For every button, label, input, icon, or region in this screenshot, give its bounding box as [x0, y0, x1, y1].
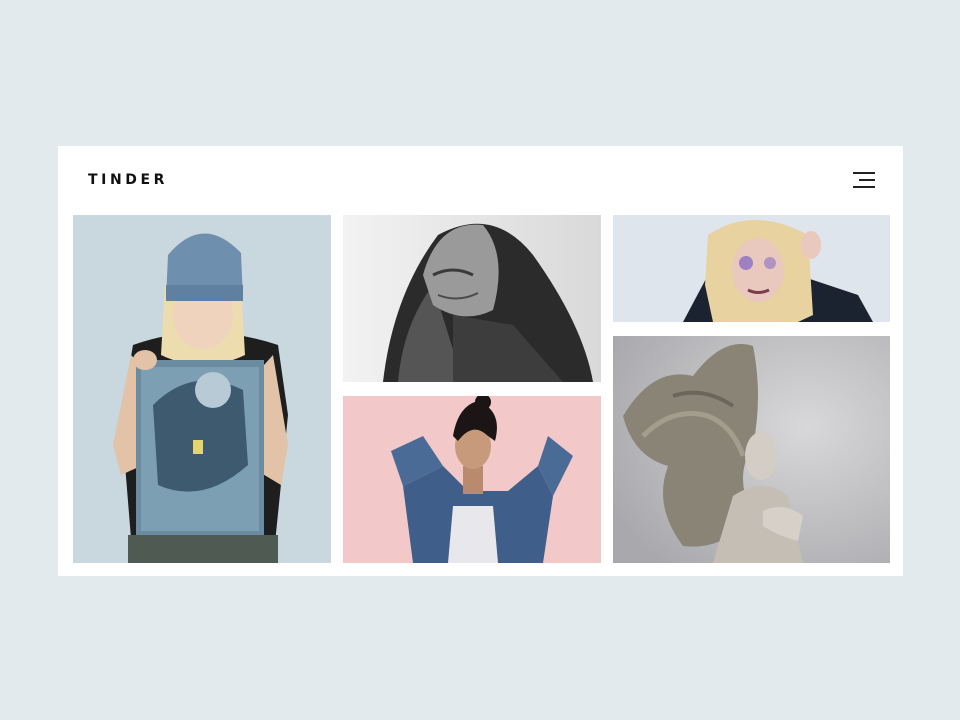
photo-flying-hair — [613, 336, 890, 563]
brand-logo[interactable]: TINDER — [88, 172, 168, 188]
photo-bw-portrait — [343, 215, 601, 382]
hamburger-menu-icon[interactable] — [849, 170, 875, 190]
menu-line — [859, 179, 875, 181]
photo-woman-beanie — [73, 215, 331, 563]
menu-line — [853, 172, 875, 174]
photo-blonde-facepaint — [613, 215, 890, 322]
gallery-photo-1[interactable] — [73, 215, 331, 563]
gallery-photo-3[interactable] — [613, 215, 890, 322]
gallery-card: TINDER — [58, 146, 903, 576]
gallery-photo-2[interactable] — [343, 215, 601, 382]
gallery-photo-4[interactable] — [343, 396, 601, 563]
photo-denim-pink — [343, 396, 601, 563]
menu-line — [853, 186, 875, 188]
gallery-photo-5[interactable] — [613, 336, 890, 563]
